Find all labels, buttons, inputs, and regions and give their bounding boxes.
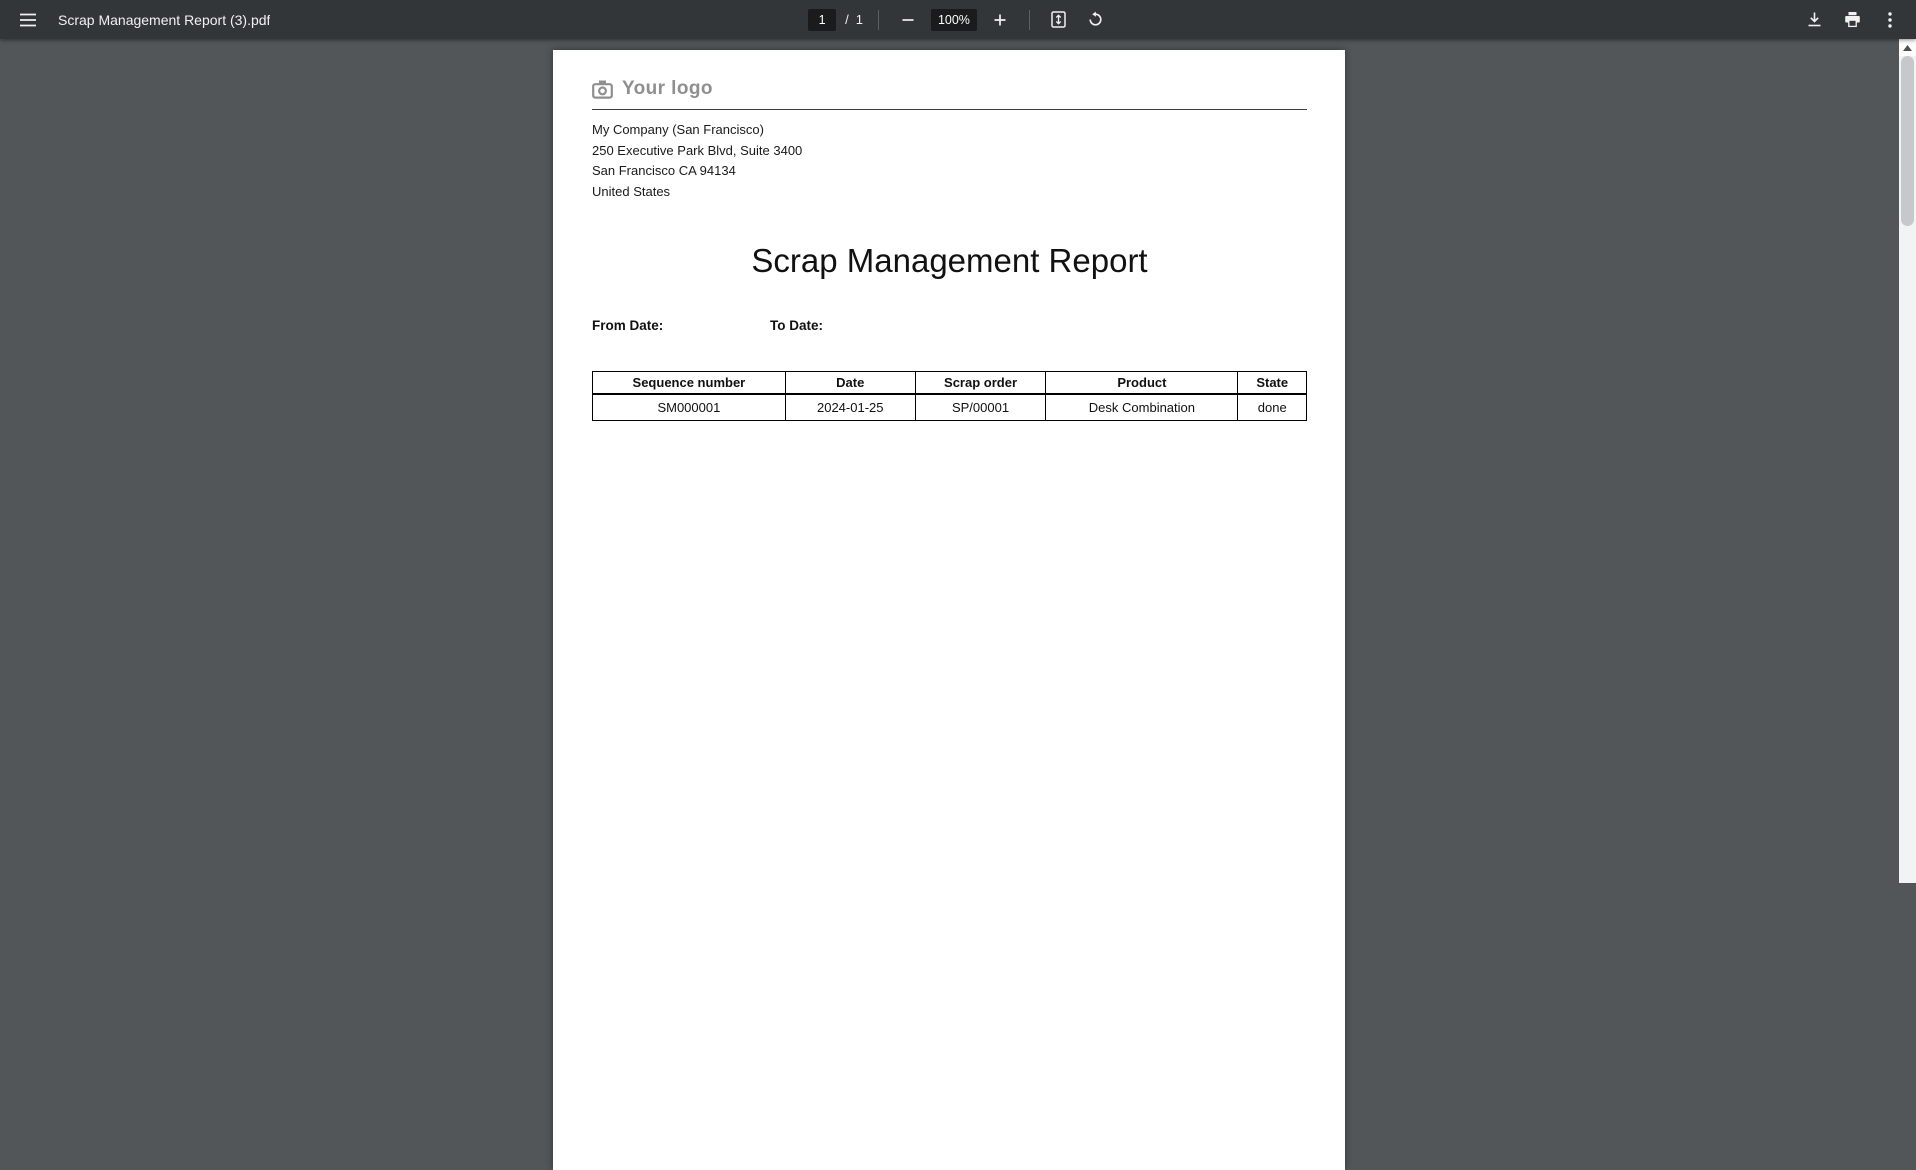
toolbar-left: Scrap Management Report (3).pdf <box>14 6 808 34</box>
date-filters: From Date: To Date: <box>592 318 1307 335</box>
cell-date: 2024-01-25 <box>785 394 915 421</box>
menu-button[interactable] <box>14 6 42 34</box>
zoom-in-button[interactable] <box>986 6 1014 34</box>
pdf-page: Your logo My Company (San Francisco) 250… <box>553 50 1345 1170</box>
zoom-level: 100% <box>931 9 977 31</box>
scroll-up-arrow-icon <box>1903 45 1912 51</box>
to-date-label: To Date: <box>770 318 823 333</box>
company-street: 250 Executive Park Blvd, Suite 3400 <box>592 141 1307 162</box>
header-state: State <box>1238 372 1307 395</box>
page-content: Your logo My Company (San Francisco) 250… <box>553 50 1345 421</box>
zoom-in-icon <box>993 13 1007 27</box>
company-logo: Your logo <box>592 78 1307 100</box>
report-title: Scrap Management Report <box>592 242 1307 280</box>
fit-page-icon <box>1051 11 1066 28</box>
page-total: 1 <box>856 12 863 27</box>
camera-icon <box>592 80 613 99</box>
company-address-block: My Company (San Francisco) 250 Executive… <box>592 120 1307 202</box>
zoom-out-icon <box>901 13 915 27</box>
rotate-button[interactable] <box>1082 6 1110 34</box>
table-row: SM000001 2024-01-25 SP/00001 Desk Combin… <box>593 394 1307 421</box>
vertical-scrollbar[interactable] <box>1899 39 1916 883</box>
print-button[interactable] <box>1838 6 1866 34</box>
company-country: United States <box>592 182 1307 203</box>
page-number-input[interactable] <box>808 9 836 31</box>
fit-page-button[interactable] <box>1045 6 1073 34</box>
logo-placeholder-text: Your logo <box>622 78 713 100</box>
download-button[interactable] <box>1800 6 1828 34</box>
cell-sequence-number: SM000001 <box>593 394 786 421</box>
header-sequence-number: Sequence number <box>593 372 786 395</box>
download-icon <box>1806 11 1823 28</box>
print-icon <box>1844 11 1861 28</box>
header-date: Date <box>785 372 915 395</box>
toolbar-center: / 1 100% <box>808 6 1110 34</box>
toolbar-separator <box>1029 10 1030 30</box>
company-name: My Company (San Francisco) <box>592 120 1307 141</box>
toolbar-right <box>1110 6 1904 34</box>
zoom-out-button[interactable] <box>894 6 922 34</box>
hamburger-menu-icon <box>19 13 37 27</box>
from-date-label: From Date: <box>592 318 663 333</box>
cell-scrap-order: SP/00001 <box>915 394 1046 421</box>
page-divider: / <box>845 12 849 27</box>
scrap-report-table: Sequence number Date Scrap order Product… <box>592 371 1307 421</box>
rotate-counterclockwise-icon <box>1087 11 1104 28</box>
page-count: / 1 <box>845 12 863 27</box>
cell-state: done <box>1238 394 1307 421</box>
scrollbar-thumb[interactable] <box>1901 56 1914 226</box>
kebab-menu-icon <box>1888 12 1892 28</box>
header-product: Product <box>1046 372 1238 395</box>
table-header-row: Sequence number Date Scrap order Product… <box>593 372 1307 395</box>
scroll-up-button[interactable] <box>1899 39 1916 56</box>
more-options-button[interactable] <box>1876 6 1904 34</box>
toolbar-separator <box>878 10 879 30</box>
pdf-toolbar: Scrap Management Report (3).pdf / 1 100% <box>0 0 1916 39</box>
document-filename: Scrap Management Report (3).pdf <box>58 12 270 28</box>
company-city: San Francisco CA 94134 <box>592 161 1307 182</box>
cell-product: Desk Combination <box>1046 394 1238 421</box>
header-scrap-order: Scrap order <box>915 372 1046 395</box>
header-divider <box>592 109 1307 110</box>
